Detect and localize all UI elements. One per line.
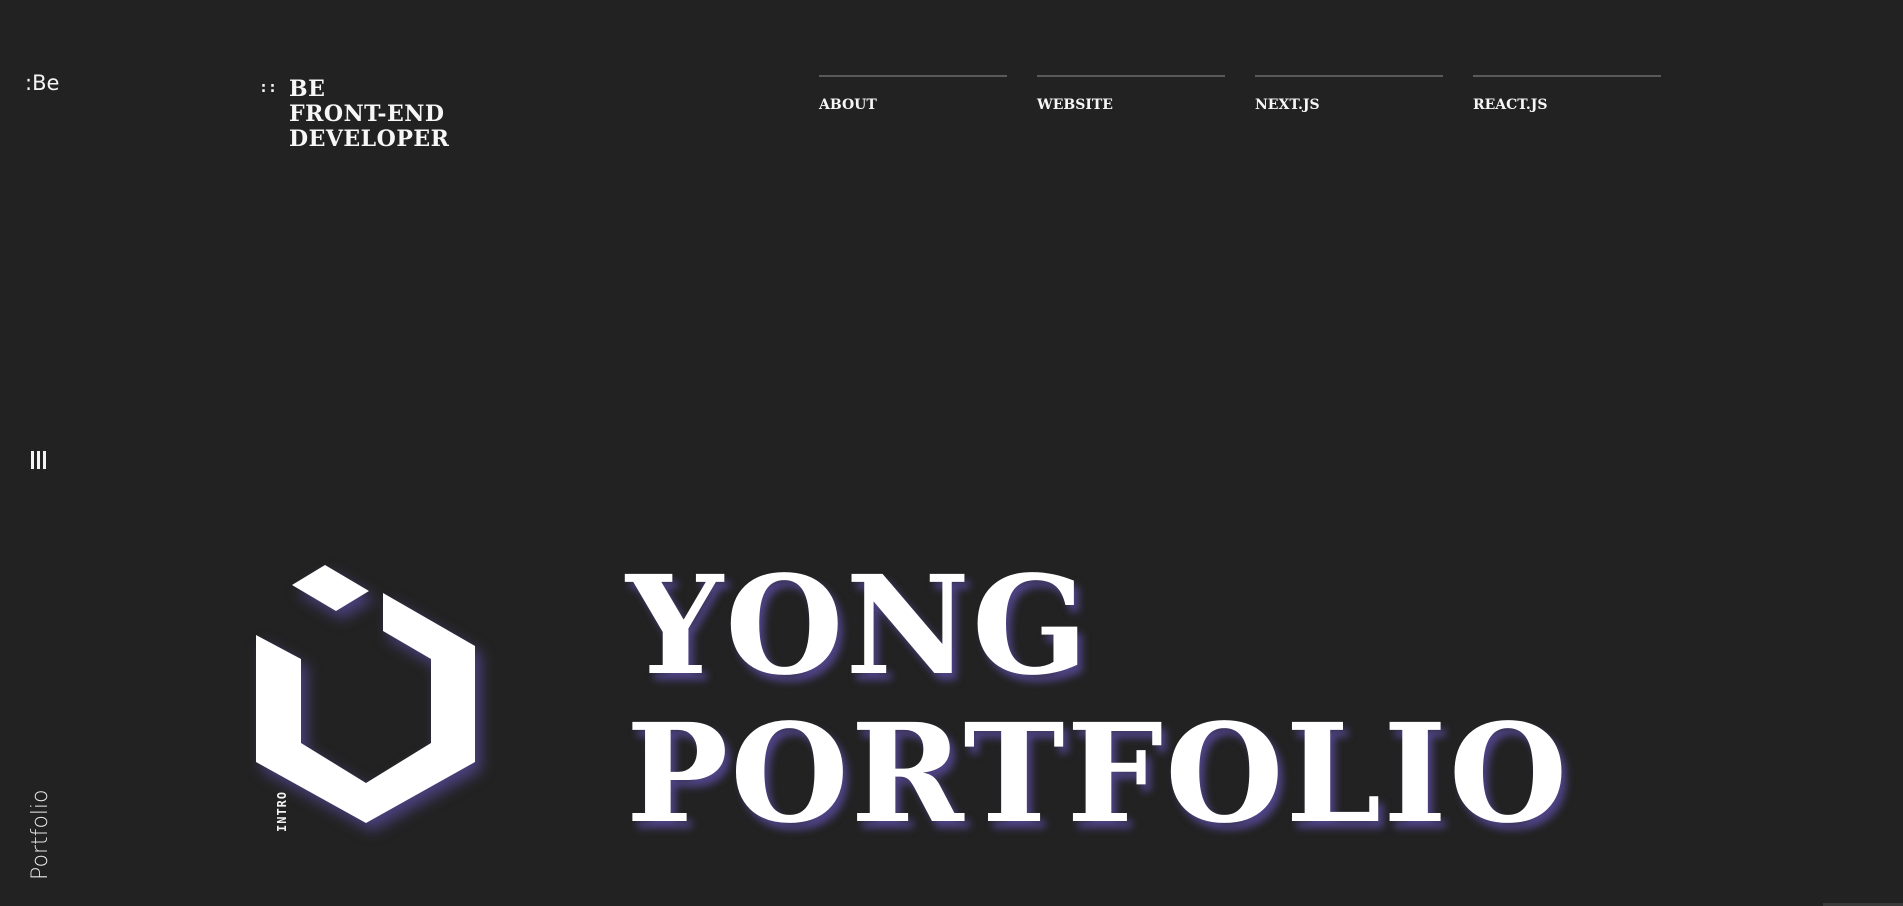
intro-label: INTRO: [275, 790, 289, 832]
nav-item-reactjs[interactable]: REACT.JS: [1473, 75, 1661, 113]
vertical-portfolio-label: Portfolio: [28, 789, 53, 880]
tagline-line: FRONT-END: [289, 101, 445, 127]
menu-bars-icon[interactable]: [31, 451, 47, 469]
menu-bar: [31, 451, 34, 469]
nav-item-website[interactable]: WEBSITE: [1037, 75, 1225, 113]
nav-item-nextjs[interactable]: NEXT.JS: [1255, 75, 1443, 113]
top-nav: ABOUT WEBSITE NEXT.JS REACT.JS: [819, 75, 1661, 113]
menu-bar: [43, 451, 46, 469]
tag-marker: ::: [259, 78, 278, 96]
tagline: BE FRONT-END DEVELOPER: [289, 77, 449, 152]
hero-title: YONG PORTFOLIO: [626, 552, 1569, 848]
hexagon-logo-icon: [256, 565, 475, 823]
hero-title-line: PORTFOLIO: [626, 694, 1570, 854]
side-brand[interactable]: :Be: [25, 71, 59, 95]
menu-bar: [37, 451, 40, 469]
hero-title-line: YONG: [626, 546, 1091, 706]
tagline-line: DEVELOPER: [289, 126, 450, 152]
tagline-line: BE: [289, 76, 326, 102]
nav-item-about[interactable]: ABOUT: [819, 75, 1007, 113]
